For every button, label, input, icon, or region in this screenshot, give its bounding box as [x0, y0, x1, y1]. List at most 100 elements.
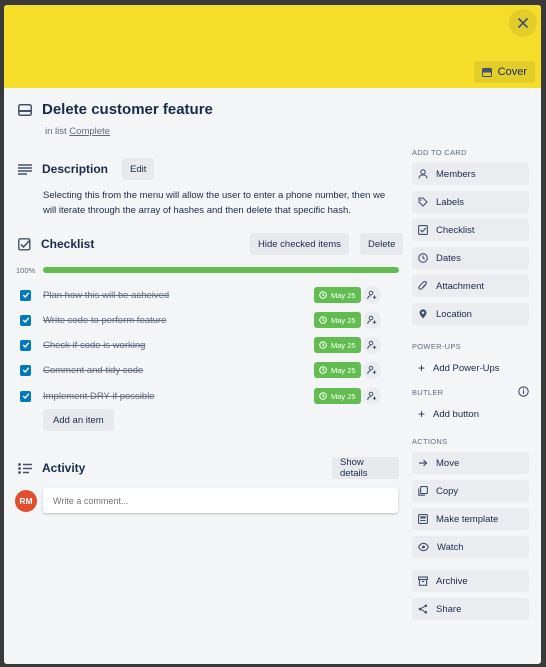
checklist-item-text[interactable]: Check if code is working — [43, 340, 145, 351]
checklist-item-text[interactable]: Write code to perform feature — [43, 315, 166, 326]
checklist-icon — [18, 237, 31, 251]
butler-heading: BUTLER — [412, 386, 529, 399]
card-detail-modal: Cover Delete customer feature in list Co… — [4, 5, 541, 664]
clock-icon — [319, 392, 327, 400]
card-icon — [18, 103, 32, 116]
add-to-card-checklist-button[interactable]: Checklist — [412, 219, 529, 241]
pin-icon — [418, 309, 428, 319]
due-date-label: May 25 — [331, 365, 356, 375]
due-date-badge[interactable]: May 25 — [314, 388, 361, 404]
checklist-item[interactable]: Comment and tidy code May 25 — [18, 360, 388, 380]
checklist-heading: Checklist — [41, 237, 95, 251]
card-sidebar: ADD TO CARD Members Labels Checklist Dates A… — [412, 148, 529, 626]
add-to-card-dates-button[interactable]: Dates — [412, 247, 529, 269]
action-make-template-button[interactable]: Make template — [412, 508, 529, 530]
action-archive-button[interactable]: Archive — [412, 570, 529, 592]
plus-icon: + — [418, 407, 426, 421]
show-details-button[interactable]: Show details — [332, 457, 399, 479]
clock-icon — [319, 366, 327, 374]
checklist-progress-fill — [43, 267, 399, 273]
assign-member-button[interactable] — [363, 361, 381, 379]
activity-header: Activity Show details — [18, 457, 399, 479]
add-member-icon — [367, 391, 377, 401]
assign-member-button[interactable] — [363, 387, 381, 405]
close-icon — [518, 18, 528, 28]
action-label: Move — [436, 457, 460, 469]
add-to-card-heading: ADD TO CARD — [412, 148, 467, 157]
arrow-right-icon — [418, 458, 428, 468]
add-member-icon — [367, 290, 377, 300]
action-copy-button[interactable]: Copy — [412, 480, 529, 502]
description-heading: Description — [42, 162, 109, 176]
add-to-card-list: Members Labels Checklist Dates Attachment Loc… — [412, 163, 529, 325]
clock-icon — [319, 291, 327, 299]
checklist-item-text[interactable]: Comment and tidy code — [43, 365, 143, 376]
action-label: Archive — [436, 575, 468, 587]
add-to-card-label: Labels — [436, 196, 464, 208]
due-date-badge[interactable]: May 25 — [314, 337, 361, 353]
add-to-card-labels-button[interactable]: Labels — [412, 191, 529, 213]
add-to-card-location-button[interactable]: Location — [412, 303, 529, 325]
comment-row: RM — [15, 488, 398, 513]
due-date-label: May 25 — [331, 290, 356, 300]
activity-heading: Activity — [42, 461, 86, 475]
checklist-icon — [418, 225, 428, 235]
action-move-button[interactable]: Move — [412, 452, 529, 474]
add-checklist-item-button[interactable]: Add an item — [43, 409, 114, 431]
action-label: Watch — [437, 541, 464, 553]
add-member-icon — [367, 340, 377, 350]
assign-member-button[interactable] — [363, 286, 381, 304]
edit-description-button[interactable]: Edit — [122, 158, 155, 180]
card-title[interactable]: Delete customer feature — [42, 101, 213, 118]
add-to-card-label: Dates — [436, 252, 461, 264]
due-date-badge[interactable]: May 25 — [314, 312, 361, 328]
action-watch-button[interactable]: Watch — [412, 536, 529, 558]
due-date-label: May 25 — [331, 315, 356, 325]
person-icon — [418, 169, 428, 179]
in-list-prefix: in list — [45, 126, 67, 137]
assign-member-button[interactable] — [363, 311, 381, 329]
checkbox[interactable] — [20, 390, 31, 402]
add-power-ups-label: Add Power-Ups — [433, 362, 500, 374]
delete-checklist-button[interactable]: Delete — [360, 233, 404, 255]
due-date-badge[interactable]: May 25 — [314, 362, 361, 378]
power-ups-heading: POWER-UPS — [412, 342, 461, 351]
add-butler-label: Add button — [433, 408, 479, 420]
due-date-label: May 25 — [331, 340, 356, 350]
checklist-item[interactable]: Write code to perform feature May 25 — [18, 310, 388, 330]
checkbox[interactable] — [20, 289, 31, 301]
checkbox[interactable] — [20, 314, 31, 326]
action-share-button[interactable]: Share — [412, 598, 529, 620]
checklist-item[interactable]: Implement DRY if possible May 25 — [18, 386, 388, 406]
add-member-icon — [367, 315, 377, 325]
due-date-badge[interactable]: May 25 — [314, 287, 361, 303]
actions-heading: ACTIONS — [412, 437, 448, 446]
cover-button[interactable]: Cover — [473, 61, 535, 83]
add-to-card-members-button[interactable]: Members — [412, 163, 529, 185]
activity-icon — [18, 462, 32, 474]
add-to-card-attachment-button[interactable]: Attachment — [412, 275, 529, 297]
add-butler-button[interactable]: + Add button — [412, 403, 529, 425]
clock-icon — [319, 341, 327, 349]
clock-icon — [319, 316, 327, 324]
eye-icon — [418, 542, 429, 552]
butler-heading-label: BUTLER — [412, 388, 444, 397]
copy-icon — [418, 486, 428, 496]
hide-checked-items-button[interactable]: Hide checked items — [250, 233, 349, 255]
add-to-card-label: Members — [436, 168, 476, 180]
close-button[interactable] — [509, 9, 537, 37]
checklist-item-text[interactable]: Implement DRY if possible — [43, 391, 155, 402]
assign-member-button[interactable] — [363, 336, 381, 354]
list-name-link[interactable]: Complete — [69, 126, 110, 137]
checkbox[interactable] — [20, 364, 31, 376]
checkmark-icon — [22, 393, 29, 400]
add-power-ups-button[interactable]: + Add Power-Ups — [412, 357, 529, 379]
checklist-item-text[interactable]: Plan how this will be acheived — [43, 290, 169, 301]
avatar[interactable]: RM — [15, 489, 37, 512]
comment-input[interactable] — [43, 488, 398, 513]
checkbox[interactable] — [20, 339, 31, 351]
info-icon[interactable] — [518, 386, 529, 397]
checklist-item[interactable]: Check if code is working May 25 — [18, 335, 388, 355]
checklist-item[interactable]: Plan how this will be acheived May 25 — [18, 285, 388, 305]
description-text[interactable]: Selecting this from the menu will allow … — [43, 188, 393, 218]
